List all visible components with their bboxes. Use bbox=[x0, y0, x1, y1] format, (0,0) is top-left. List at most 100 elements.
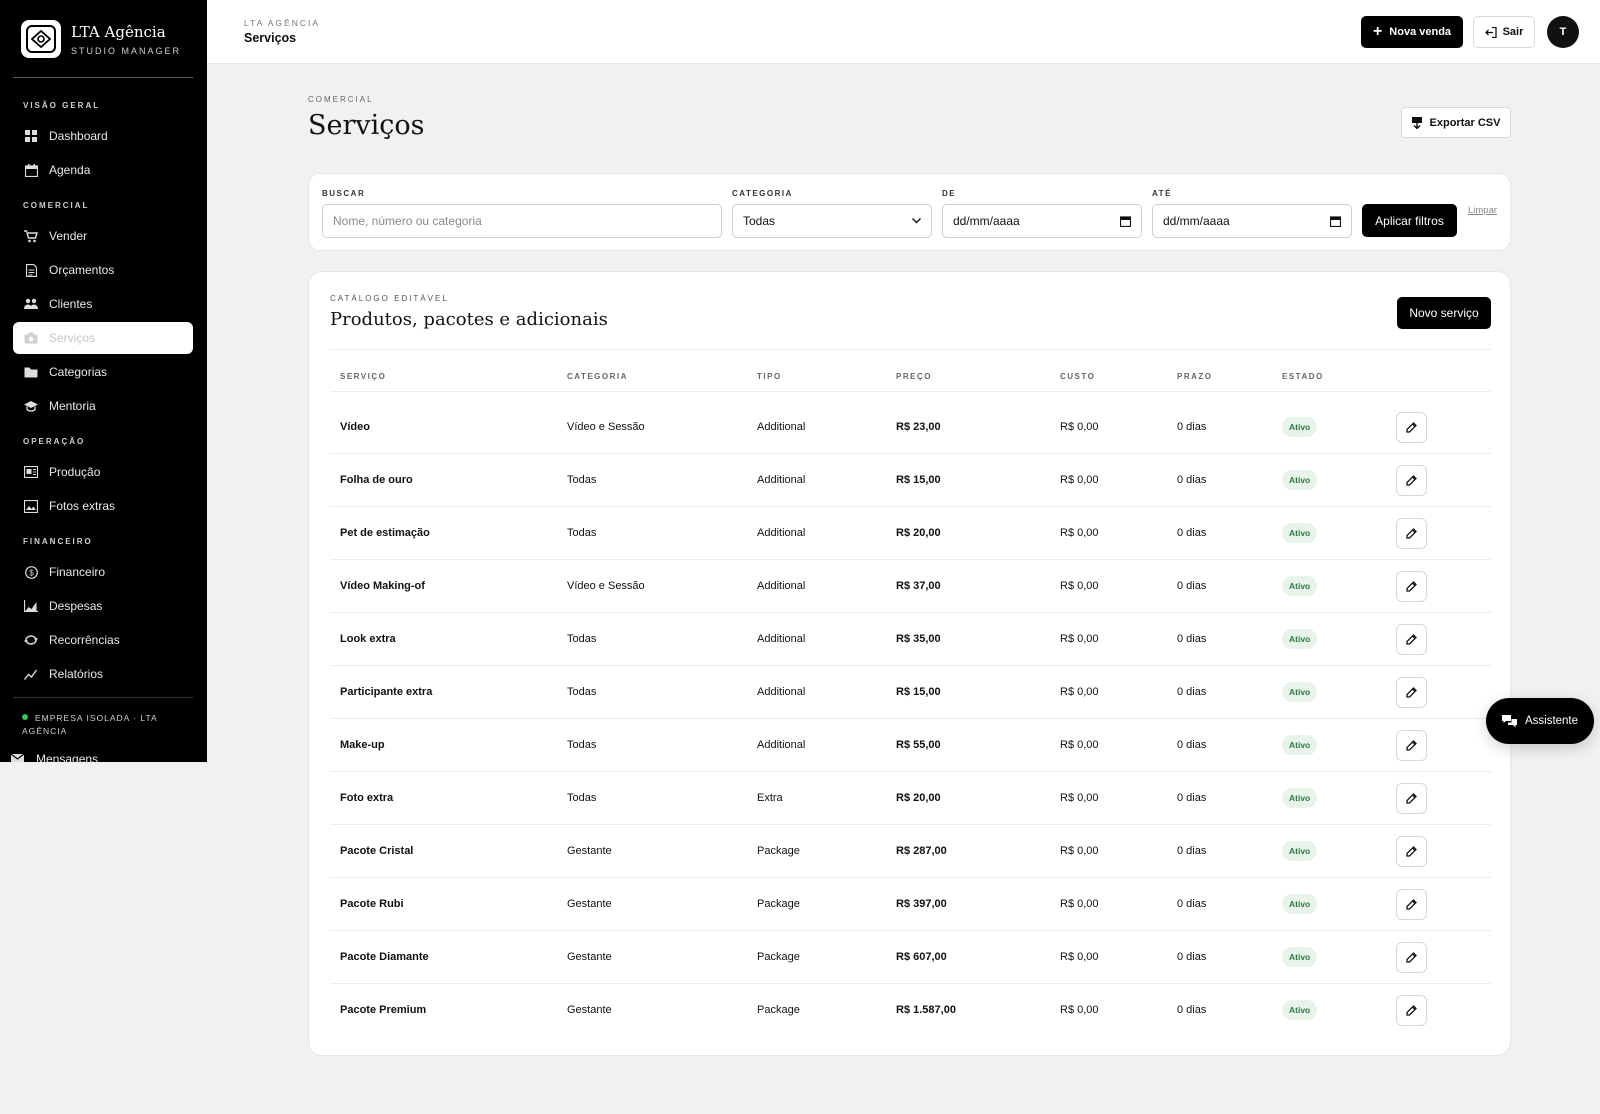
logout-label: Sair bbox=[1502, 26, 1524, 38]
cell-service: Vídeo Making-of bbox=[340, 580, 425, 592]
edit-service-button[interactable] bbox=[1396, 518, 1427, 549]
column-header-custo: CUSTO bbox=[1060, 372, 1096, 381]
page-eyebrow: COMERCIAL bbox=[308, 95, 374, 104]
sidebar-item-categorias[interactable]: Categorias bbox=[13, 356, 193, 388]
search-input[interactable]: Nome, número ou categoria bbox=[322, 204, 722, 238]
cell-cost: R$ 0,00 bbox=[1060, 898, 1099, 910]
cell-term: 0 dias bbox=[1177, 845, 1207, 857]
table-row: Pacote Rubi Gestante Package R$ 397,00 R$ 0,… bbox=[330, 878, 1491, 931]
edit-service-button[interactable] bbox=[1396, 730, 1427, 761]
status-badge: Ativo bbox=[1282, 682, 1318, 702]
cell-category: Vídeo e Sessão bbox=[567, 421, 645, 433]
cell-category: Todas bbox=[567, 633, 597, 645]
from-date-input[interactable]: dd/mm/aaaa bbox=[942, 204, 1142, 238]
category-select[interactable]: Todas bbox=[732, 204, 932, 238]
pencil-icon bbox=[1406, 1005, 1417, 1016]
cell-type: Additional bbox=[757, 527, 806, 539]
table-row: Pacote Premium Gestante Package R$ 1.587,00… bbox=[330, 984, 1491, 1037]
calendar-icon bbox=[1330, 215, 1341, 227]
cell-term: 0 dias bbox=[1177, 951, 1207, 963]
sidebar-item-fotos-extras[interactable]: Fotos extras bbox=[13, 490, 193, 522]
edit-service-button[interactable] bbox=[1396, 836, 1427, 867]
to-date-input[interactable]: dd/mm/aaaa bbox=[1152, 204, 1352, 238]
cell-cost: R$ 0,00 bbox=[1060, 1004, 1099, 1016]
assistant-button[interactable]: Assistente bbox=[1486, 698, 1594, 744]
pencil-icon bbox=[1406, 634, 1417, 645]
cell-type: Additional bbox=[757, 421, 806, 433]
logout-button[interactable]: Sair bbox=[1473, 16, 1535, 48]
status-badge: Ativo bbox=[1282, 788, 1318, 808]
sidebar-item-label: Relatórios bbox=[49, 667, 104, 681]
table-row: Foto extra Todas Extra R$ 20,00 R$ 0,00 0 dia… bbox=[330, 772, 1491, 825]
sidebar-item-servicos[interactable]: Serviços bbox=[13, 322, 193, 354]
mail-icon bbox=[11, 754, 25, 762]
sidebar-item-orcamentos[interactable]: Orçamentos bbox=[13, 254, 193, 286]
cell-service: Pacote Rubi bbox=[340, 898, 404, 910]
pencil-icon bbox=[1406, 740, 1417, 751]
cell-price: R$ 35,00 bbox=[896, 633, 941, 645]
pencil-icon bbox=[1406, 528, 1417, 539]
edit-service-button[interactable] bbox=[1396, 412, 1427, 443]
sidebar-item-clientes[interactable]: Clientes bbox=[13, 288, 193, 320]
edit-service-button[interactable] bbox=[1396, 889, 1427, 920]
pencil-icon bbox=[1406, 422, 1417, 433]
edit-service-button[interactable] bbox=[1396, 465, 1427, 496]
edit-service-button[interactable] bbox=[1396, 995, 1427, 1026]
table-row: Vídeo Making-of Vídeo e Sessão Additional R… bbox=[330, 560, 1491, 613]
clear-filters-link[interactable]: Limpar bbox=[1468, 205, 1497, 216]
sidebar-item-label: Orçamentos bbox=[49, 263, 115, 277]
cell-type: Additional bbox=[757, 686, 806, 698]
area-chart-icon bbox=[24, 599, 38, 613]
brand[interactable]: LTA Agência STUDIO MANAGER bbox=[21, 20, 181, 58]
cell-type: Additional bbox=[757, 633, 806, 645]
pencil-icon bbox=[1406, 581, 1417, 592]
sidebar-item-mentoria[interactable]: Mentoria bbox=[13, 390, 193, 422]
sidebar-item-recorrencias[interactable]: Recorrências bbox=[13, 624, 193, 656]
sidebar-item-producao[interactable]: Produção bbox=[13, 456, 193, 488]
divider bbox=[330, 349, 1491, 350]
sidebar-item-despesas[interactable]: Despesas bbox=[13, 590, 193, 622]
cell-service: Foto extra bbox=[340, 792, 394, 804]
sidebar-item-financeiro[interactable]: $ Financeiro bbox=[13, 556, 193, 588]
cell-cost: R$ 0,00 bbox=[1060, 474, 1099, 486]
sidebar-item-label: Mentoria bbox=[49, 399, 96, 413]
cell-service: Participante extra bbox=[340, 686, 433, 698]
export-csv-button[interactable]: Exportar CSV bbox=[1401, 107, 1511, 138]
cell-price: R$ 20,00 bbox=[896, 792, 941, 804]
avatar[interactable]: T bbox=[1547, 16, 1579, 48]
cell-term: 0 dias bbox=[1177, 580, 1207, 592]
cell-service: Look extra bbox=[340, 633, 396, 645]
svg-text:$: $ bbox=[29, 568, 34, 577]
edit-service-button[interactable] bbox=[1396, 624, 1427, 655]
dollar-icon: $ bbox=[24, 565, 38, 579]
new-sale-button[interactable]: + Nova venda bbox=[1361, 16, 1463, 48]
sidebar-item-mensagens[interactable]: Mensagens bbox=[11, 752, 98, 762]
calendar-icon bbox=[24, 163, 38, 177]
sidebar-item-relatorios[interactable]: Relatórios bbox=[13, 658, 193, 690]
nav-section-title: COMERCIAL bbox=[23, 201, 90, 210]
column-header-estado: ESTADO bbox=[1282, 372, 1324, 381]
sidebar-item-dashboard[interactable]: Dashboard bbox=[13, 120, 193, 152]
column-header-preco: PREÇO bbox=[896, 372, 932, 381]
column-header-categoria: CATEGORIA bbox=[567, 372, 628, 381]
catalog-eyebrow: CATÁLOGO EDITÁVEL bbox=[330, 294, 449, 303]
cell-price: R$ 15,00 bbox=[896, 686, 941, 698]
sidebar-item-label: Recorrências bbox=[49, 633, 120, 647]
apply-filters-button[interactable]: Aplicar filtros bbox=[1362, 204, 1457, 237]
edit-service-button[interactable] bbox=[1396, 783, 1427, 814]
sidebar-item-label: Despesas bbox=[49, 599, 103, 613]
cell-category: Gestante bbox=[567, 898, 612, 910]
edit-service-button[interactable] bbox=[1396, 677, 1427, 708]
sidebar-item-vender[interactable]: Vender bbox=[13, 220, 193, 252]
edit-service-button[interactable] bbox=[1396, 571, 1427, 602]
edit-service-button[interactable] bbox=[1396, 942, 1427, 973]
table-row: Pacote Cristal Gestante Package R$ 287,00 R$… bbox=[330, 825, 1491, 878]
new-service-button[interactable]: Novo serviço bbox=[1397, 297, 1491, 329]
cell-category: Todas bbox=[567, 792, 597, 804]
pencil-icon bbox=[1406, 475, 1417, 486]
status-badge: Ativo bbox=[1282, 735, 1318, 755]
chat-icon bbox=[1501, 714, 1517, 728]
sidebar-item-agenda[interactable]: Agenda bbox=[13, 154, 193, 186]
cell-service: Make-up bbox=[340, 739, 385, 751]
topbar: LTA AGÊNCIA Serviços + Nova venda Sair T bbox=[207, 0, 1600, 64]
